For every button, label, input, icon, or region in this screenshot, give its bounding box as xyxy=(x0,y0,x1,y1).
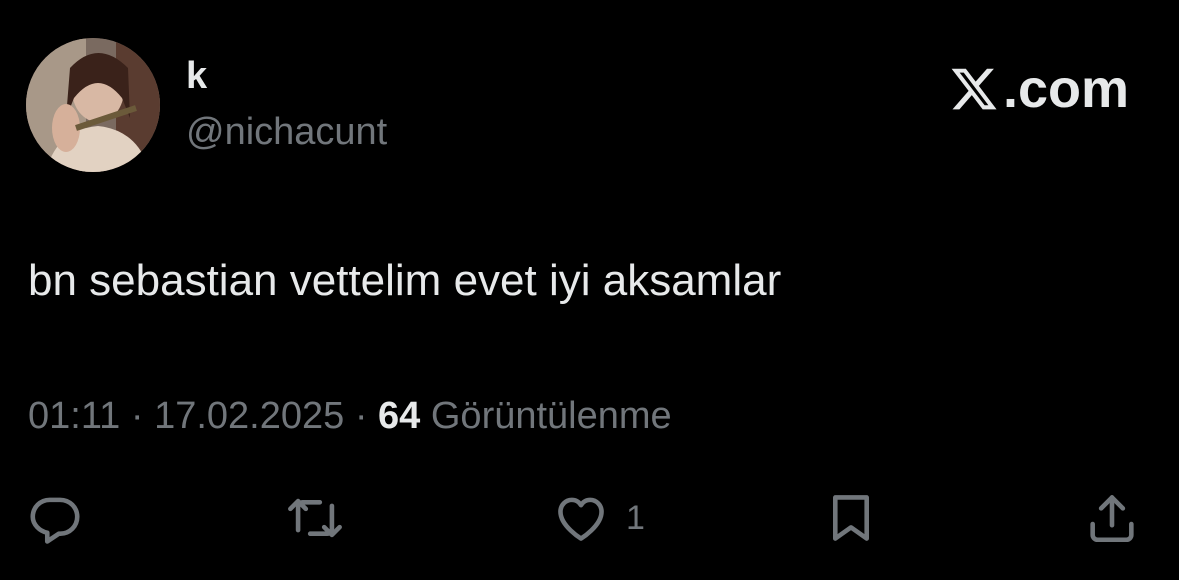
user-handle[interactable]: @nichacunt xyxy=(186,108,387,156)
brand-watermark: .com xyxy=(949,58,1129,120)
meta-separator: · xyxy=(354,395,368,437)
action-bar: 1 xyxy=(0,488,1179,548)
heart-icon xyxy=(558,497,604,541)
avatar-photo-icon xyxy=(26,38,160,172)
like-count: 1 xyxy=(626,498,645,537)
share-icon xyxy=(1090,495,1134,543)
display-name[interactable]: k xyxy=(186,52,207,100)
avatar[interactable] xyxy=(26,38,160,172)
tweet-date[interactable]: 17.02.2025 xyxy=(154,395,344,437)
tweet-text: bn sebastian vettelim evet iyi aksamlar xyxy=(28,256,782,305)
tweet-meta: 01:11 · 17.02.2025 · 64 Görüntülenme xyxy=(28,392,672,440)
views-count: 64 xyxy=(378,395,421,437)
share-button[interactable] xyxy=(1083,488,1141,548)
x-logo-icon xyxy=(951,68,997,110)
reply-icon xyxy=(30,497,80,544)
bookmark-button[interactable] xyxy=(822,488,880,548)
tweet-card: k @nichacunt .com bn sebastian vettelim … xyxy=(0,0,1179,580)
like-button[interactable]: 1 xyxy=(552,488,645,548)
bookmark-icon xyxy=(832,495,870,541)
reply-button[interactable] xyxy=(26,488,84,548)
brand-label: .com xyxy=(1002,59,1129,119)
views-label: Görüntülenme xyxy=(430,395,672,437)
retweet-icon xyxy=(288,498,342,538)
retweet-button[interactable] xyxy=(286,488,344,548)
tweet-time[interactable]: 01:11 xyxy=(28,395,120,437)
meta-separator: · xyxy=(130,395,144,437)
